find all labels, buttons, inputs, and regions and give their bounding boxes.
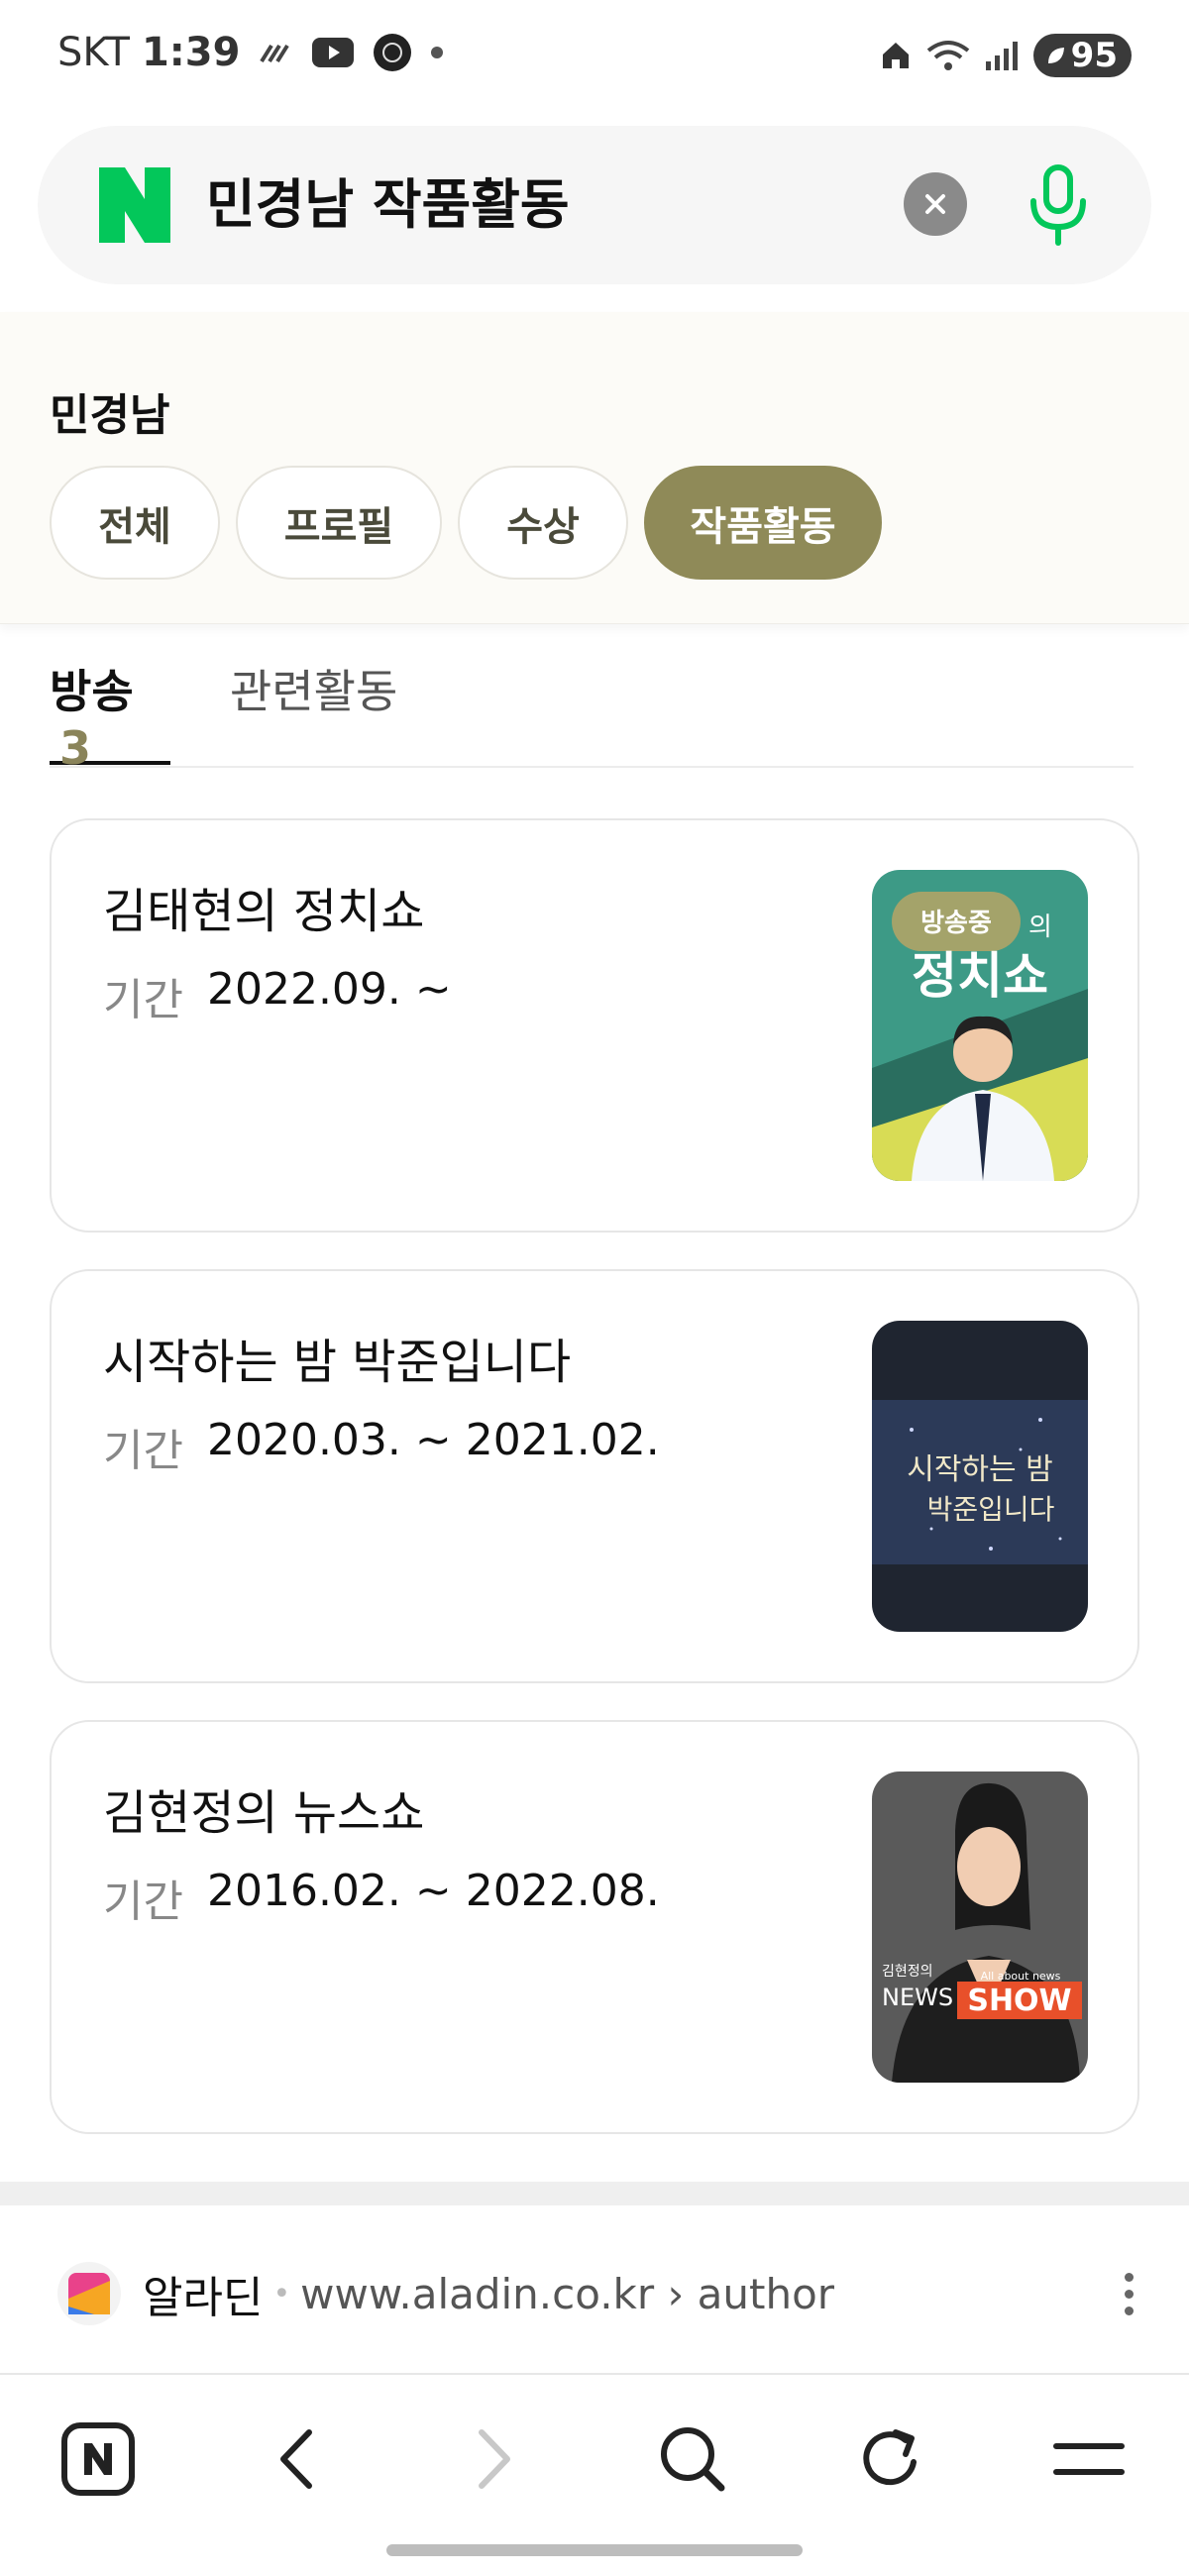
naver-n-logo-icon[interactable] bbox=[99, 167, 170, 243]
work-title[interactable]: 시작하는 밤 박준입니다 bbox=[103, 1323, 571, 1392]
back-button[interactable] bbox=[252, 2415, 341, 2504]
notification-dot-icon bbox=[430, 46, 444, 59]
clock: 1:39 bbox=[141, 30, 241, 75]
period-value: 2022.09. ~ bbox=[206, 964, 452, 1015]
source-url[interactable]: www.aladin.co.kr › author bbox=[300, 2270, 834, 2318]
home-indicator[interactable] bbox=[386, 2544, 803, 2556]
close-icon bbox=[925, 194, 945, 214]
thumb-small: 김현정의 bbox=[882, 1964, 933, 1980]
work-thumbnail[interactable]: 시작하는 밤 박준입니다 bbox=[872, 1321, 1088, 1632]
clear-button[interactable] bbox=[904, 172, 967, 236]
mic-icon bbox=[1030, 164, 1086, 246]
naver-home-icon bbox=[61, 2422, 135, 2496]
forward-button[interactable] bbox=[450, 2415, 539, 2504]
thumb-show: SHOW bbox=[967, 1984, 1071, 2018]
work-thumbnail[interactable]: 방송중 의 정치쇼 bbox=[872, 870, 1088, 1181]
status-bar: SKT 1:39 95 bbox=[0, 0, 1189, 114]
thumb-news: NEWS bbox=[882, 1984, 953, 2011]
thumb-line2: 박준입니다 bbox=[927, 1493, 1055, 1526]
entity-panel: 민경남 전체 프로필 수상 작품활동 bbox=[0, 312, 1189, 624]
tab-related[interactable]: 관련활동 bbox=[230, 656, 397, 765]
home-status-icon bbox=[879, 39, 913, 72]
entity-tabs: 전체 프로필 수상 작품활동 bbox=[50, 466, 882, 580]
battery-indicator: 95 bbox=[1032, 34, 1132, 77]
youtube-icon bbox=[311, 37, 355, 68]
menu-button[interactable] bbox=[1044, 2415, 1134, 2504]
tab-broadcast[interactable]: 방송3 bbox=[50, 656, 170, 775]
search-query[interactable]: 민경남 작품활동 bbox=[206, 126, 570, 284]
on-air-badge: 방송중 bbox=[920, 909, 992, 938]
work-thumbnail[interactable]: 김현정의 All about news NEWS SHOW bbox=[872, 1771, 1088, 2083]
refresh-icon bbox=[863, 2429, 917, 2486]
signal-slash-icon bbox=[258, 38, 293, 67]
separator-dot: • bbox=[272, 2276, 291, 2311]
search-bar[interactable]: 민경남 작품활동 bbox=[38, 126, 1151, 284]
source-name[interactable]: 알라딘 bbox=[143, 2262, 263, 2325]
tab-awards[interactable]: 수상 bbox=[458, 466, 628, 580]
more-options-icon[interactable] bbox=[1114, 2259, 1143, 2328]
menu-icon bbox=[1053, 2443, 1125, 2475]
work-period: 기간 2022.09. ~ bbox=[103, 964, 452, 1027]
result-source[interactable]: 알라딘 • www.aladin.co.kr › author bbox=[57, 2259, 1147, 2328]
period-label: 기간 bbox=[103, 1426, 183, 1476]
app-badge-icon bbox=[373, 33, 412, 72]
work-period: 기간 2016.02. ~ 2022.08. bbox=[103, 1866, 660, 1929]
search-icon bbox=[661, 2427, 725, 2492]
back-icon bbox=[280, 2429, 312, 2489]
work-card[interactable]: 김현정의 뉴스쇼 기간 2016.02. ~ 2022.08. 김현정의 All… bbox=[50, 1720, 1139, 2134]
work-title[interactable]: 김현정의 뉴스쇼 bbox=[103, 1773, 424, 1843]
voice-search-button[interactable] bbox=[1021, 161, 1096, 251]
tab-profile[interactable]: 프로필 bbox=[236, 466, 442, 580]
period-label: 기간 bbox=[103, 975, 183, 1025]
period-label: 기간 bbox=[103, 1877, 183, 1927]
sub-tabs: 방송3 관련활동 bbox=[50, 644, 1134, 775]
entity-name: 민경남 bbox=[50, 390, 170, 441]
work-period: 기간 2020.03. ~ 2021.02. bbox=[103, 1415, 660, 1478]
period-value: 2016.02. ~ 2022.08. bbox=[206, 1866, 660, 1916]
thumb-title: 정치쇼 bbox=[912, 947, 1048, 1005]
thumb-line1: 시작하는 밤 bbox=[907, 1452, 1053, 1487]
work-title[interactable]: 김태현의 정치쇼 bbox=[103, 872, 424, 941]
section-divider bbox=[0, 2182, 1189, 2205]
tab-works[interactable]: 작품활동 bbox=[644, 466, 882, 580]
leaf-icon bbox=[1047, 48, 1064, 63]
forward-icon bbox=[479, 2429, 510, 2489]
tab-broadcast-label: 방송 bbox=[50, 665, 134, 718]
tab-broadcast-count: 3 bbox=[59, 721, 92, 775]
work-card[interactable]: 김태현의 정치쇼 기간 2022.09. ~ 방송중 의 정치쇼 bbox=[50, 818, 1139, 1233]
wifi-icon bbox=[926, 39, 970, 72]
naver-home-button[interactable] bbox=[54, 2415, 143, 2504]
battery-level: 95 bbox=[1070, 36, 1118, 75]
cell-signal-icon bbox=[984, 40, 1020, 71]
refresh-button[interactable] bbox=[846, 2415, 935, 2504]
tab-all[interactable]: 전체 bbox=[50, 466, 220, 580]
thumb-suffix: 의 bbox=[1028, 912, 1052, 942]
aladin-favicon-icon bbox=[57, 2262, 121, 2325]
thumb-tag: All about news bbox=[981, 1970, 1061, 1983]
search-button[interactable] bbox=[648, 2415, 737, 2504]
work-card[interactable]: 시작하는 밤 박준입니다 기간 2020.03. ~ 2021.02. 시작하는… bbox=[50, 1269, 1139, 1683]
period-value: 2020.03. ~ 2021.02. bbox=[206, 1415, 660, 1465]
carrier-label: SKT bbox=[57, 30, 130, 75]
